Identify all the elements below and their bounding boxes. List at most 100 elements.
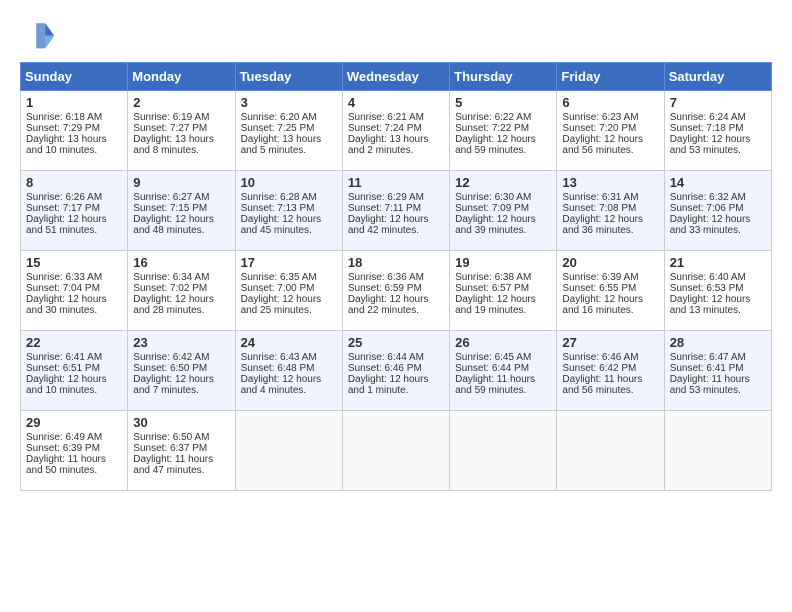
- week-row-3: 15Sunrise: 6:33 AMSunset: 7:04 PMDayligh…: [21, 251, 772, 331]
- daylight: Daylight: 12 hours and 45 minutes.: [241, 214, 322, 236]
- day-cell: 28Sunrise: 6:47 AMSunset: 6:41 PMDayligh…: [664, 331, 771, 411]
- day-cell: 19 Sunrise: 6:38 AMSunset: 6:57 PMDayligh…: [450, 251, 557, 331]
- sunrise: Sunrise: 6:41 AM: [26, 352, 102, 363]
- sunrise: Sunrise: 6:26 AM: [26, 192, 102, 203]
- sunrise: Sunrise: 6:39 AM: [562, 272, 638, 283]
- daylight: Daylight: 11 hours and 47 minutes.: [133, 454, 213, 476]
- day-number: 19: [455, 255, 551, 270]
- sunset: Sunset: 7:06 PM: [670, 203, 744, 214]
- day-number: 8: [26, 175, 122, 190]
- day-number: 27: [562, 335, 658, 350]
- sunrise: Sunrise: 6:50 AM: [133, 432, 209, 443]
- day-number: 29: [26, 415, 122, 430]
- sunset: Sunset: 6:51 PM: [26, 363, 100, 374]
- sunset: Sunset: 7:25 PM: [241, 123, 315, 134]
- day-cell: 30Sunrise: 6:50 AMSunset: 6:37 PMDayligh…: [128, 411, 235, 491]
- sunset: Sunset: 7:27 PM: [133, 123, 207, 134]
- sunrise: Sunrise: 6:46 AM: [562, 352, 638, 363]
- day-number: 6: [562, 95, 658, 110]
- header-cell-wednesday: Wednesday: [342, 63, 449, 91]
- daylight: Daylight: 12 hours and 4 minutes.: [241, 374, 322, 396]
- day-number: 9: [133, 175, 229, 190]
- day-number: 7: [670, 95, 766, 110]
- sunset: Sunset: 7:09 PM: [455, 203, 529, 214]
- day-number: 1: [26, 95, 122, 110]
- sunset: Sunset: 7:11 PM: [348, 203, 421, 214]
- daylight: Daylight: 11 hours and 56 minutes.: [562, 374, 642, 396]
- day-cell: 21Sunrise: 6:40 AMSunset: 6:53 PMDayligh…: [664, 251, 771, 331]
- daylight: Daylight: 12 hours and 16 minutes.: [562, 294, 643, 316]
- day-cell: 16Sunrise: 6:34 AMSunset: 7:02 PMDayligh…: [128, 251, 235, 331]
- day-cell: 25Sunrise: 6:44 AMSunset: 6:46 PMDayligh…: [342, 331, 449, 411]
- daylight: Daylight: 13 hours and 8 minutes.: [133, 134, 214, 156]
- day-number: 22: [26, 335, 122, 350]
- day-number: 5: [455, 95, 551, 110]
- sunrise: Sunrise: 6:21 AM: [348, 112, 424, 123]
- daylight: Daylight: 12 hours and 22 minutes.: [348, 294, 429, 316]
- day-cell: 12Sunrise: 6:30 AMSunset: 7:09 PMDayligh…: [450, 171, 557, 251]
- sunset: Sunset: 6:41 PM: [670, 363, 744, 374]
- day-number: 23: [133, 335, 229, 350]
- sunrise: Sunrise: 6:38 AM: [455, 272, 531, 283]
- sunrise: Sunrise: 6:30 AM: [455, 192, 531, 203]
- day-cell: 3Sunrise: 6:20 AMSunset: 7:25 PMDaylight…: [235, 91, 342, 171]
- sunset: Sunset: 6:48 PM: [241, 363, 315, 374]
- day-cell: 8Sunrise: 6:26 AMSunset: 7:17 PMDaylight…: [21, 171, 128, 251]
- page-header: [20, 16, 772, 52]
- sunrise: Sunrise: 6:43 AM: [241, 352, 317, 363]
- sunset: Sunset: 7:29 PM: [26, 123, 100, 134]
- header-cell-monday: Monday: [128, 63, 235, 91]
- day-number: 3: [241, 95, 337, 110]
- header-cell-friday: Friday: [557, 63, 664, 91]
- sunset: Sunset: 6:55 PM: [562, 283, 636, 294]
- header-cell-saturday: Saturday: [664, 63, 771, 91]
- day-cell: 20Sunrise: 6:39 AMSunset: 6:55 PMDayligh…: [557, 251, 664, 331]
- sunset: Sunset: 7:04 PM: [26, 283, 100, 294]
- sunset: Sunset: 7:02 PM: [133, 283, 207, 294]
- daylight: Daylight: 12 hours and 25 minutes.: [241, 294, 322, 316]
- daylight: Daylight: 12 hours and 19 minutes.: [455, 294, 536, 316]
- day-number: 4: [348, 95, 444, 110]
- day-cell: 9Sunrise: 6:27 AMSunset: 7:15 PMDaylight…: [128, 171, 235, 251]
- day-cell: 15Sunrise: 6:33 AMSunset: 7:04 PMDayligh…: [21, 251, 128, 331]
- sunset: Sunset: 6:39 PM: [26, 443, 100, 454]
- day-number: 25: [348, 335, 444, 350]
- day-number: 16: [133, 255, 229, 270]
- sunset: Sunset: 7:13 PM: [241, 203, 315, 214]
- day-number: 21: [670, 255, 766, 270]
- sunset: Sunset: 7:18 PM: [670, 123, 744, 134]
- daylight: Daylight: 11 hours and 59 minutes.: [455, 374, 535, 396]
- sunset: Sunset: 7:20 PM: [562, 123, 636, 134]
- sunset: Sunset: 7:24 PM: [348, 123, 422, 134]
- day-cell: 7Sunrise: 6:24 AMSunset: 7:18 PMDaylight…: [664, 91, 771, 171]
- daylight: Daylight: 12 hours and 28 minutes.: [133, 294, 214, 316]
- day-cell: 26Sunrise: 6:45 AMSunset: 6:44 PMDayligh…: [450, 331, 557, 411]
- day-number: 2: [133, 95, 229, 110]
- day-cell: 27Sunrise: 6:46 AMSunset: 6:42 PMDayligh…: [557, 331, 664, 411]
- sunset: Sunset: 6:57 PM: [455, 283, 529, 294]
- day-cell: [235, 411, 342, 491]
- day-cell: 5Sunrise: 6:22 AMSunset: 7:22 PMDaylight…: [450, 91, 557, 171]
- logo: [20, 16, 60, 52]
- day-cell: 4Sunrise: 6:21 AMSunset: 7:24 PMDaylight…: [342, 91, 449, 171]
- daylight: Daylight: 12 hours and 56 minutes.: [562, 134, 643, 156]
- calendar-header-row: SundayMondayTuesdayWednesdayThursdayFrid…: [21, 63, 772, 91]
- sunrise: Sunrise: 6:35 AM: [241, 272, 317, 283]
- day-number: 17: [241, 255, 337, 270]
- daylight: Daylight: 13 hours and 10 minutes.: [26, 134, 107, 156]
- day-cell: 14Sunrise: 6:32 AMSunset: 7:06 PMDayligh…: [664, 171, 771, 251]
- daylight: Daylight: 12 hours and 36 minutes.: [562, 214, 643, 236]
- sunset: Sunset: 6:44 PM: [455, 363, 529, 374]
- sunrise: Sunrise: 6:32 AM: [670, 192, 746, 203]
- day-number: 26: [455, 335, 551, 350]
- daylight: Daylight: 12 hours and 42 minutes.: [348, 214, 429, 236]
- sunrise: Sunrise: 6:44 AM: [348, 352, 424, 363]
- week-row-2: 8Sunrise: 6:26 AMSunset: 7:17 PMDaylight…: [21, 171, 772, 251]
- sunset: Sunset: 6:46 PM: [348, 363, 422, 374]
- header-cell-thursday: Thursday: [450, 63, 557, 91]
- sunrise: Sunrise: 6:28 AM: [241, 192, 317, 203]
- sunrise: Sunrise: 6:49 AM: [26, 432, 102, 443]
- calendar-table: SundayMondayTuesdayWednesdayThursdayFrid…: [20, 62, 772, 491]
- day-number: 28: [670, 335, 766, 350]
- week-row-4: 22 Sunrise: 6:41 AMSunset: 6:51 PM Dayligh…: [21, 331, 772, 411]
